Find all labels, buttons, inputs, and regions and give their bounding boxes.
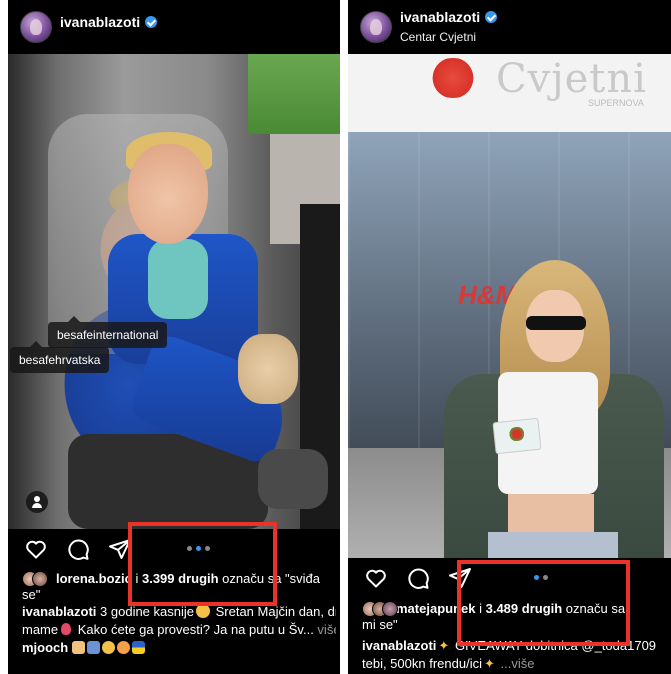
username-link[interactable]: ivanablazoti xyxy=(60,14,158,30)
likes-count[interactable]: 3.489 drugih xyxy=(486,601,563,616)
caption-username[interactable]: ivanablazoti xyxy=(362,638,436,653)
post-photo[interactable]: besafeinternational besafehrvatska xyxy=(8,54,340,529)
sparkles-emoji: ✦ xyxy=(438,638,450,653)
smile-emoji xyxy=(101,641,115,654)
comment-icon[interactable] xyxy=(66,537,90,561)
sparkles-emoji: ✦ xyxy=(483,656,495,671)
post-caption: ivanablazoti 3 godine kasnije Sretan Maj… xyxy=(22,603,336,657)
flag-emoji xyxy=(131,641,145,654)
heart-icon[interactable] xyxy=(364,566,388,590)
username-link[interactable]: ivanablazoti xyxy=(400,9,498,25)
comment-icon[interactable] xyxy=(406,566,430,590)
smiling-face-emoji xyxy=(196,604,210,618)
profile-avatar[interactable] xyxy=(20,11,52,43)
location-link[interactable]: Centar Cvjetni xyxy=(400,30,476,44)
photo-tag[interactable]: besafeinternational xyxy=(48,316,168,348)
likes-count[interactable]: 3.399 drugih xyxy=(142,571,219,586)
post-actions xyxy=(348,566,671,596)
post-caption: ivanablazoti ✦ GIVEAWAY dobitnica @_toda1… xyxy=(362,638,657,671)
heart-eyes-emoji xyxy=(116,641,130,654)
carousel-indicator xyxy=(534,575,560,581)
likes-summary-continuation: se" xyxy=(22,587,41,602)
left-post: ivanablazoti besafeinternational besafeh… xyxy=(8,0,340,674)
likes-summary[interactable]: matejapunek i 3.489 drugih označu sa xyxy=(362,601,625,617)
username-text[interactable]: ivanablazoti xyxy=(60,14,140,30)
mall-sign: Cvjetni xyxy=(496,56,647,102)
mall-sign-sub: SUPERNOVA xyxy=(588,98,644,108)
send-icon[interactable] xyxy=(448,566,472,590)
likes-summary[interactable]: lorena.bozic i 3.399 drugih označu sa "s… xyxy=(22,571,320,587)
liker-name[interactable]: lorena.bozic xyxy=(56,571,132,586)
liker-avatars xyxy=(362,601,398,617)
send-icon[interactable] xyxy=(108,537,132,561)
more-link[interactable]: ...više xyxy=(497,656,534,671)
liker-avatars xyxy=(22,571,52,587)
username-text[interactable]: ivanablazoti xyxy=(400,9,480,25)
liker-name[interactable]: matejapunek xyxy=(396,601,475,616)
caption-username[interactable]: ivanablazoti xyxy=(22,604,96,619)
truck-emoji xyxy=(86,641,100,654)
tulip-emoji xyxy=(61,623,72,635)
likes-summary-continuation: mi se" xyxy=(362,617,398,632)
profile-avatar[interactable] xyxy=(360,11,392,43)
heart-icon[interactable] xyxy=(24,537,48,561)
carousel-indicator xyxy=(187,546,213,552)
right-post: ivanablazoti Centar Cvjetni Cvjetni SUPE… xyxy=(348,0,671,674)
photo-tag[interactable]: besafehrvatska xyxy=(10,341,110,373)
person-icon[interactable] xyxy=(26,491,48,513)
post-header: ivanablazoti xyxy=(8,0,340,54)
verified-badge-icon xyxy=(485,11,498,23)
baby-emoji xyxy=(71,641,85,654)
gift-card xyxy=(492,417,542,455)
flower-logo xyxy=(426,58,480,98)
post-actions xyxy=(8,537,340,567)
post-header: ivanablazoti Centar Cvjetni xyxy=(348,0,671,54)
post-photo[interactable]: Cvjetni SUPERNOVA H&M xyxy=(348,54,671,558)
verified-badge-icon xyxy=(145,16,158,28)
comment-username[interactable]: mjooch xyxy=(22,640,68,655)
more-link[interactable]: više xyxy=(314,622,336,637)
